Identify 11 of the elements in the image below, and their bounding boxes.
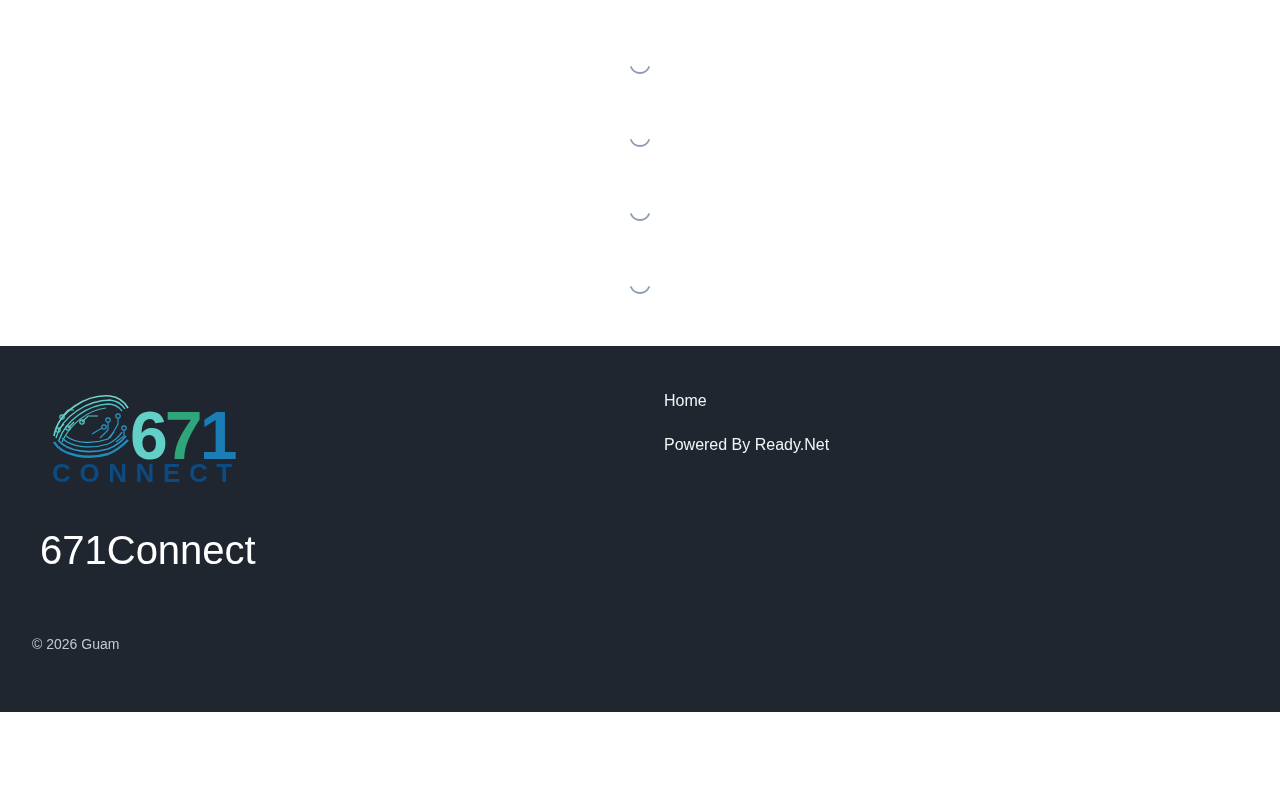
loading-spinner-icon bbox=[630, 212, 650, 221]
loading-spinner-icon bbox=[630, 65, 650, 74]
circuit-swoosh-icon bbox=[52, 394, 130, 460]
copyright-text: © 2026 Guam bbox=[32, 635, 120, 654]
loading-spinner-icon bbox=[630, 139, 650, 148]
loading-spinner-icon bbox=[630, 286, 650, 295]
footer-link[interactable]: Powered By Ready.Net bbox=[664, 433, 830, 457]
logo-wordmark: CONNECT bbox=[52, 462, 241, 484]
logo-number: 671 bbox=[130, 408, 235, 462]
site-name: 671Connect bbox=[40, 527, 256, 574]
footer-link[interactable]: Home bbox=[664, 389, 707, 413]
